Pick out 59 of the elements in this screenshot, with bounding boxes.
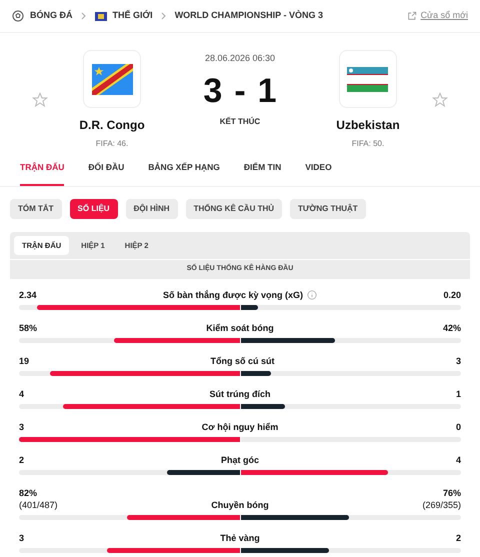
home-stat-value: 3: [19, 532, 24, 544]
fifa-rank: FIFA: 46.: [96, 138, 128, 150]
tab[interactable]: VIDEO: [305, 151, 332, 186]
away-stat-value: 2: [456, 532, 461, 544]
tab[interactable]: TRẬN ĐẤU: [20, 151, 64, 186]
home-stat-value: 2: [19, 454, 24, 466]
home-stat-value: 4: [19, 388, 24, 400]
away-stat-value: 42%: [442, 322, 461, 334]
stat-label: Kiểm soát bóng: [206, 322, 274, 334]
flag-icon: [94, 12, 106, 20]
chevron-icon: [160, 12, 167, 20]
new-window-link[interactable]: Cửa sổ mới: [406, 9, 468, 23]
filter-pill[interactable]: THỐNG KÊ CẦU THỦ: [186, 199, 282, 219]
tab[interactable]: ĐỐI ĐẦU: [88, 151, 124, 186]
filter-pill[interactable]: ĐỘI HÌNH: [126, 199, 178, 219]
home-stat-value: 82%: [19, 487, 38, 499]
score-separator: -: [234, 74, 246, 108]
home-stat-value: 19: [19, 355, 30, 367]
star-icon[interactable]: [432, 92, 448, 108]
home-stat-value: 2.34: [19, 289, 37, 301]
fifa-rank: FIFA: 50.: [352, 138, 384, 150]
star-icon[interactable]: [32, 92, 48, 108]
team-name: Uzbekistan: [336, 117, 400, 134]
stat-label: Chuyền bóng: [211, 499, 269, 511]
home-stat-value: 3: [19, 421, 24, 433]
match-datetime: 28.06.2026 06:30: [204, 52, 276, 65]
external-link-icon: [406, 11, 417, 21]
away-stat-detail: (269/355): [422, 499, 461, 511]
away-stat-value: 3: [456, 355, 461, 367]
stat-label: Thẻ vàng: [220, 532, 260, 544]
away-score: 1: [258, 74, 277, 108]
away-stat-value: 0.20: [443, 289, 461, 301]
home-stat-detail: (401/487): [19, 499, 58, 511]
breadcrumb-link[interactable]: BÓNG ĐÁ: [30, 9, 72, 23]
info-icon[interactable]: [306, 290, 317, 300]
filter-pill[interactable]: SỐ LIỆU: [70, 199, 118, 219]
flag-icon: [347, 66, 388, 92]
football-icon: [12, 10, 24, 22]
away-stat-value: 1: [456, 388, 461, 400]
away-stat-value: 4: [456, 454, 461, 466]
tab[interactable]: ĐIỂM TIN: [244, 151, 282, 186]
breadcrumb-link[interactable]: WORLD CHAMPIONSHIP - VÒNG 3: [174, 9, 324, 23]
flag-icon: [92, 64, 132, 94]
stat-label: Cơ hội nguy hiểm: [202, 421, 278, 433]
home-stat-value: 58%: [19, 322, 38, 334]
stat-label: Tổng số cú sút: [210, 355, 274, 367]
stat-label: Sút trúng đích: [210, 388, 270, 400]
home-score: 3: [203, 74, 222, 108]
tab[interactable]: BẢNG XẾP HẠNG: [148, 151, 220, 186]
filter-pill[interactable]: TƯỜNG THUẬT: [290, 199, 366, 219]
away-stat-value: 0: [456, 421, 461, 433]
stat-label: Số bàn thắng được kỳ vọng (xG): [163, 289, 303, 301]
away-stat-value: 76%: [442, 487, 461, 499]
stat-label: Phạt góc: [220, 454, 259, 466]
filter-pill[interactable]: TÓM TẮT: [10, 199, 62, 219]
breadcrumb-link[interactable]: THẾ GIỚI: [112, 9, 153, 23]
match-status: KẾT THÚC: [220, 116, 260, 128]
chevron-icon: [80, 12, 86, 20]
team-name: D.R. Congo: [79, 117, 145, 134]
